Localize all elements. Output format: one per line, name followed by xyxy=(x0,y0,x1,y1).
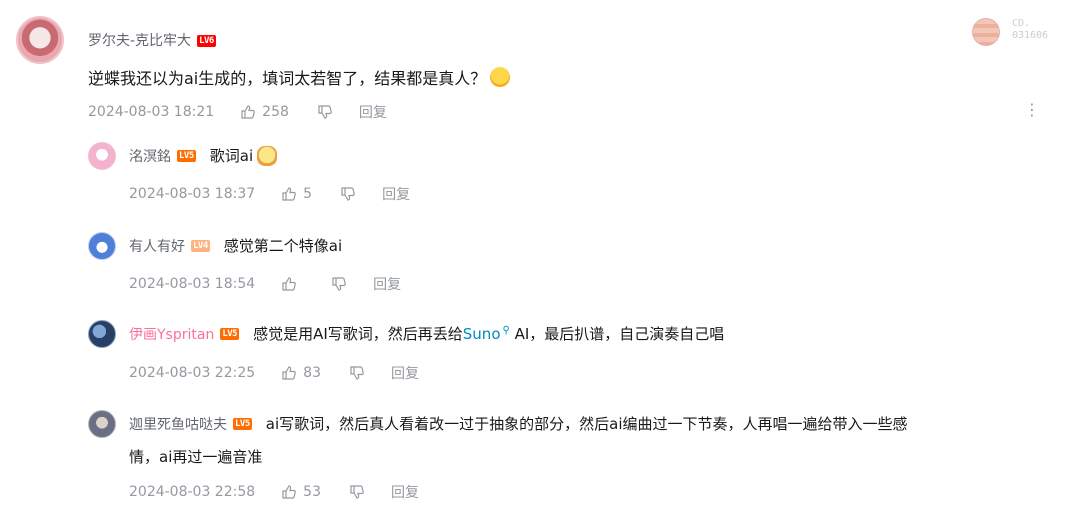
username[interactable]: 罗尔夫-克比牢大 LV6 xyxy=(88,30,216,50)
dislike-button[interactable] xyxy=(317,104,333,120)
reply-avatar[interactable] xyxy=(88,410,116,438)
reply-time: 2024-08-03 18:54 xyxy=(129,276,256,292)
dislike-button[interactable] xyxy=(349,365,365,381)
fan-badge-icon xyxy=(972,18,1000,46)
dislike-button[interactable] xyxy=(331,276,347,292)
thumbs-up-icon xyxy=(282,187,297,201)
reply-text: 感觉是用AI写歌词，然后再丢给Suno ⚲ AI，最后扒谱，自己演奏自己唱 xyxy=(253,323,724,344)
reply-avatar[interactable] xyxy=(88,232,116,260)
reply-avatar[interactable] xyxy=(88,142,116,170)
reply-button[interactable]: 回复 xyxy=(382,184,410,204)
thumbs-up-icon xyxy=(282,277,297,291)
suno-link[interactable]: Suno xyxy=(463,325,501,343)
reply-time: 2024-08-03 18:37 xyxy=(129,186,256,202)
like-button[interactable] xyxy=(281,276,303,292)
search-icon[interactable]: ⚲ xyxy=(503,325,510,336)
reply-text: 感觉第二个特像ai xyxy=(223,237,343,255)
reply-meta: 2024-08-03 22:58 53 回复 xyxy=(129,482,419,502)
thumbs-down-icon xyxy=(332,277,347,291)
more-options-icon[interactable]: ⋮ xyxy=(1024,102,1040,118)
reply-text-line1: ai写歌词，然后真人看着改一过于抽象的部分，然后ai编曲过一下节奏，人再唱一遍给… xyxy=(265,415,908,433)
reply-header: 伊画Yspritan LV5 感觉是用AI写歌词，然后再丢给Suno ⚲ AI，最… xyxy=(129,323,724,344)
level-badge: LV6 xyxy=(197,35,216,47)
dislike-button[interactable] xyxy=(340,186,356,202)
reply-button[interactable]: 回复 xyxy=(391,363,419,383)
username-text[interactable]: 罗尔夫-克比牢大 xyxy=(88,33,191,49)
dog-emoji-icon xyxy=(257,145,278,166)
user-avatar[interactable] xyxy=(16,16,64,64)
reply-header: 洺溟銘 LV5 歌词ai xyxy=(129,145,278,166)
reply-time: 2024-08-03 22:58 xyxy=(129,484,256,500)
laughing-emoji-icon xyxy=(490,67,511,87)
reply-username[interactable]: 洺溟銘 xyxy=(129,146,171,166)
like-button[interactable]: 5 xyxy=(281,186,312,202)
thumbs-down-icon xyxy=(350,485,364,499)
fan-badge-text-2: 031606 xyxy=(1012,30,1049,41)
reply-button[interactable]: 回复 xyxy=(359,102,387,122)
reply-text-after: AI，最后扒谱，自己演奏自己唱 xyxy=(509,325,725,343)
comment-text-body: 逆蝶我还以为ai生成的，填词太若智了，结果都是真人？ xyxy=(88,69,487,88)
fan-badge-text-1: CD. xyxy=(1012,18,1031,29)
like-button[interactable]: 53 xyxy=(281,484,321,500)
thumbs-down-icon xyxy=(318,105,332,119)
like-count: 258 xyxy=(262,104,289,120)
fan-badge-number: CD. 031606 xyxy=(1012,18,1066,42)
dislike-button[interactable] xyxy=(349,484,365,500)
thumbs-down-icon xyxy=(350,366,364,380)
like-count: 83 xyxy=(303,365,321,381)
reply-text: 歌词ai xyxy=(209,147,254,165)
comment-text: 逆蝶我还以为ai生成的，填词太若智了，结果都是真人？ xyxy=(88,65,511,89)
level-badge: LV4 xyxy=(191,239,210,252)
comment-time: 2024-08-03 18:21 xyxy=(88,104,215,120)
reply-username[interactable]: 有人有好 xyxy=(129,236,185,256)
reply-header: 有人有好 LV4 感觉第二个特像ai xyxy=(129,235,342,256)
thumbs-up-icon xyxy=(241,105,256,119)
thumbs-up-icon xyxy=(282,485,297,499)
reply-button[interactable]: 回复 xyxy=(373,274,401,294)
reply-text-before: 感觉是用AI写歌词，然后再丢给 xyxy=(253,325,463,343)
level-badge: LV5 xyxy=(220,327,240,340)
comment-meta: 2024-08-03 18:21 258 回复 xyxy=(88,102,387,122)
like-count: 53 xyxy=(303,484,321,500)
reply-avatar[interactable] xyxy=(88,320,116,348)
reply-username[interactable]: 迦里死鱼咕哒夫 xyxy=(129,414,227,434)
thumbs-up-icon xyxy=(282,366,297,380)
level-badge: LV5 xyxy=(177,149,196,162)
like-count: 5 xyxy=(303,186,313,202)
reply-time: 2024-08-03 22:25 xyxy=(129,365,256,381)
like-button[interactable]: 83 xyxy=(281,365,321,381)
reply-header: 迦里死鱼咕哒夫 LV5 ai写歌词，然后真人看着改一过于抽象的部分，然后ai编曲… xyxy=(129,413,908,434)
reply-meta: 2024-08-03 18:54 回复 xyxy=(129,274,401,294)
reply-text-line2: 情，ai再过一遍音准 xyxy=(129,448,263,466)
level-badge: LV5 xyxy=(233,417,252,430)
thumbs-down-icon xyxy=(341,187,355,201)
like-button[interactable]: 258 xyxy=(240,104,289,120)
reply-username[interactable]: 伊画Yspritan xyxy=(129,324,214,344)
reply-meta: 2024-08-03 18:37 5 回复 xyxy=(129,184,410,204)
reply-button[interactable]: 回复 xyxy=(391,482,419,502)
reply-meta: 2024-08-03 22:25 83 回复 xyxy=(129,363,419,383)
